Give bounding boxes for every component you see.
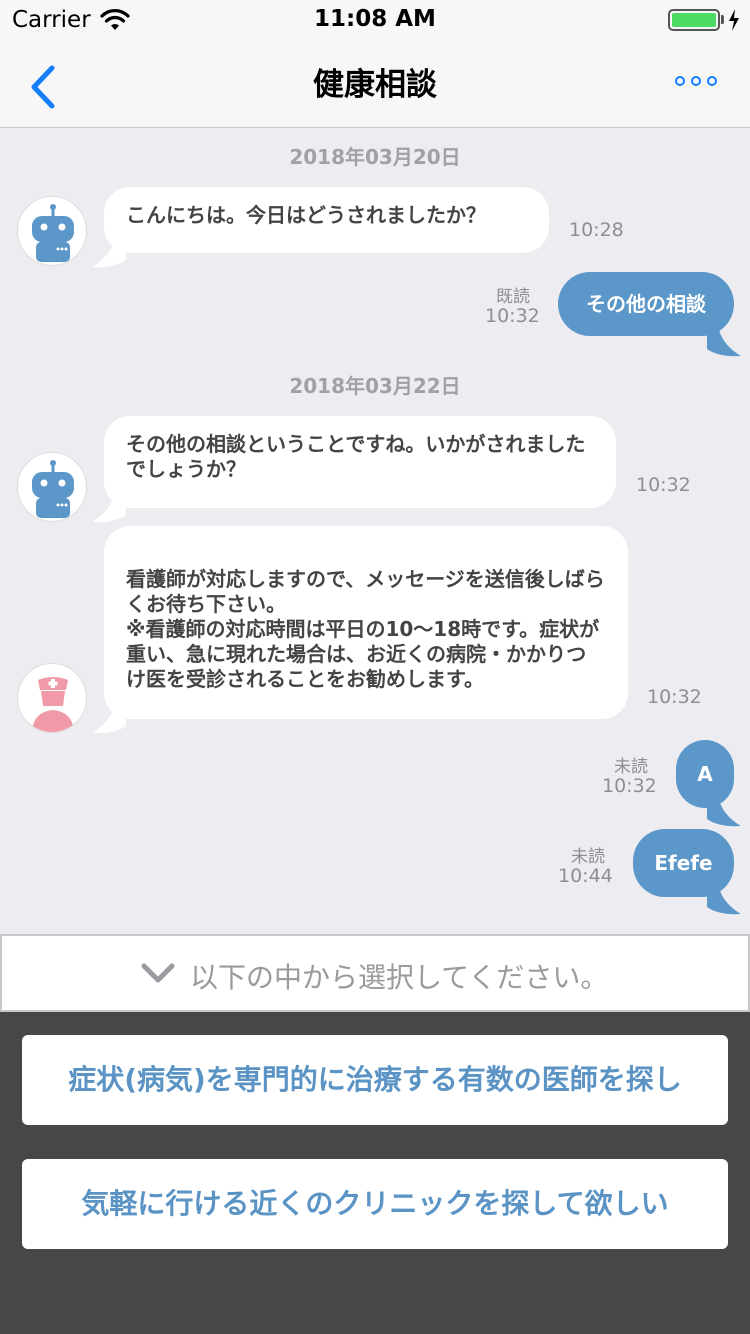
- charging-bolt-icon: [729, 9, 739, 31]
- choice-toggle[interactable]: 以下の中から選択してください。: [0, 934, 750, 1012]
- robot-icon: [32, 460, 74, 518]
- battery-icon: [668, 9, 720, 31]
- robot-avatar: [17, 196, 87, 266]
- message-time: 10:44: [558, 865, 613, 887]
- read-status: 未読: [571, 847, 605, 867]
- message-bubble: A: [676, 740, 734, 808]
- message-bubble: その他の相談ということですね。いかがされましたでしょうか？: [104, 416, 616, 508]
- message-time: 10:28: [569, 219, 624, 241]
- message-bubble: その他の相談: [558, 272, 734, 336]
- chat-history[interactable]: 2018年03月20日 こんにちは。今日はどうされましたか？ 10:28 既読 …: [0, 129, 750, 934]
- message-bubble: こんにちは。今日はどうされましたか？: [104, 187, 549, 253]
- nurse-icon: [32, 677, 74, 732]
- message-time: 10:32: [636, 474, 691, 496]
- navigation-bar: 健康相談: [0, 40, 750, 128]
- robot-avatar: [17, 452, 87, 522]
- status-bar: Carrier 11:08 AM: [0, 0, 750, 40]
- battery-tip: [721, 15, 724, 24]
- option-find-specialist-button[interactable]: 症状(病気)を専門的に治療する有数の医師を探し: [22, 1035, 728, 1125]
- message-bubble: Efefe: [633, 829, 734, 897]
- message-time: 10:32: [647, 686, 702, 708]
- more-ellipsis-icon[interactable]: [674, 74, 718, 88]
- message-bubble: 看護師が対応しますので、メッセージを送信後しばらくお待ち下さい。 ※看護師の対応…: [104, 526, 628, 719]
- choice-prompt: 以下の中から選択してください。: [190, 961, 609, 994]
- option-find-nearby-clinic-button[interactable]: 気軽に行ける近くのクリニックを探して欲しい: [22, 1159, 728, 1249]
- robot-icon: [32, 204, 74, 262]
- read-status: 既読: [496, 287, 530, 307]
- message-time: 10:32: [602, 775, 657, 797]
- choice-panel: 症状(病気)を専門的に治療する有数の医師を探し 気軽に行ける近くのクリニックを探…: [0, 1012, 750, 1334]
- date-separator: 2018年03月20日: [289, 145, 461, 169]
- page-title: 健康相談: [313, 67, 437, 103]
- message-time: 10:32: [485, 305, 540, 327]
- read-status: 未読: [614, 757, 648, 777]
- nurse-avatar: [17, 663, 87, 733]
- chevron-down-icon: [141, 963, 175, 983]
- date-separator: 2018年03月22日: [289, 374, 461, 398]
- status-time: 11:08 AM: [314, 6, 436, 32]
